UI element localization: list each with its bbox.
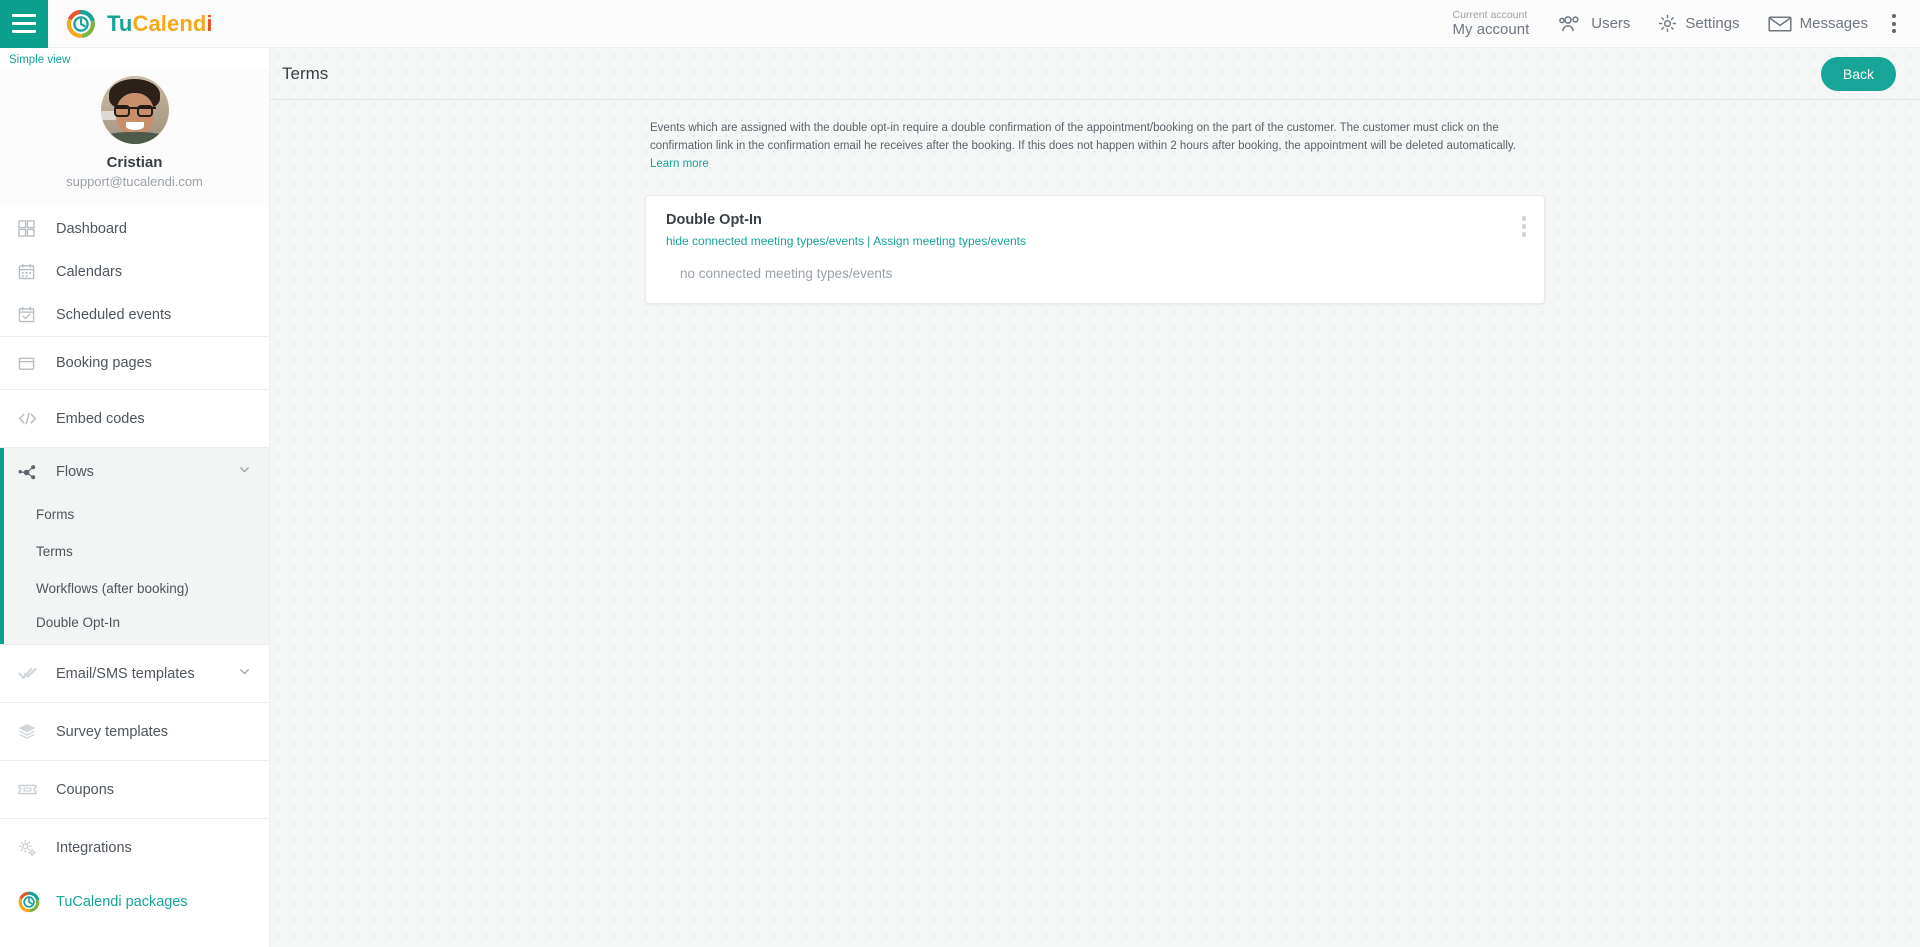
sidebar-item-calendars-label: Calendars bbox=[56, 263, 123, 280]
sidebar-item-scheduled-events[interactable]: Scheduled events bbox=[0, 293, 269, 336]
brand-logo[interactable]: TuCalendi bbox=[66, 9, 213, 39]
sidebar: Simple view Cristian support@tucalendi.c… bbox=[0, 48, 270, 947]
calendar-check-icon bbox=[18, 306, 48, 323]
double-opt-in-card: Double Opt-In hide connected meeting typ… bbox=[645, 195, 1545, 305]
intro-text: Events which are assigned with the doubl… bbox=[650, 122, 1516, 152]
envelope-icon bbox=[1768, 15, 1792, 32]
sidebar-item-email-sms-templates-label: Email/SMS templates bbox=[56, 665, 195, 682]
sidebar-subitem-terms[interactable]: Terms bbox=[4, 533, 269, 570]
sidebar-item-flows[interactable]: Flows bbox=[4, 448, 269, 496]
kebab-menu-icon[interactable] bbox=[1882, 14, 1910, 33]
sidebar-subitem-workflows[interactable]: Workflows (after booking) bbox=[4, 570, 269, 607]
window-icon bbox=[18, 355, 48, 372]
sidebar-profile: Cristian support@tucalendi.com bbox=[0, 68, 269, 207]
main-content: Terms Back Events which are assigned wit… bbox=[270, 48, 1920, 947]
tucalendi-logo-icon bbox=[66, 9, 95, 38]
chevron-down-icon bbox=[238, 463, 251, 481]
flow-nodes-icon bbox=[18, 464, 48, 481]
gears-icon bbox=[18, 839, 48, 857]
back-button[interactable]: Back bbox=[1820, 56, 1896, 91]
sidebar-item-integrations-label: Integrations bbox=[56, 839, 132, 856]
dashboard-grid-icon bbox=[18, 220, 48, 237]
header-item-settings-label: Settings bbox=[1685, 15, 1740, 32]
users-icon bbox=[1559, 15, 1579, 31]
card-title: Double Opt-In bbox=[666, 212, 762, 229]
sidebar-item-survey-templates-label: Survey templates bbox=[56, 723, 169, 740]
sidebar-subitem-forms-label: Forms bbox=[36, 507, 75, 522]
sidebar-item-booking-pages[interactable]: Booking pages bbox=[0, 337, 269, 389]
card-kebab-menu-icon[interactable] bbox=[1521, 216, 1526, 237]
avatar bbox=[100, 76, 169, 144]
header-actions: Current account My account Users Setting… bbox=[1437, 0, 1920, 48]
card-empty-state: no connected meeting types/events bbox=[680, 266, 893, 282]
current-account[interactable]: Current account My account bbox=[1437, 9, 1546, 38]
sidebar-item-flows-label: Flows bbox=[56, 464, 94, 480]
chevron-down-icon bbox=[238, 665, 251, 683]
link-separator: | bbox=[867, 234, 871, 249]
sidebar-subitem-terms-label: Terms bbox=[36, 544, 73, 559]
content-header: Terms Back bbox=[270, 48, 1920, 100]
current-account-value: My account bbox=[1452, 20, 1530, 38]
gear-icon bbox=[1659, 14, 1677, 33]
intro-paragraph: Events which are assigned with the doubl… bbox=[650, 120, 1540, 173]
brand-part-2: Calend bbox=[132, 10, 207, 36]
header-item-messages-label: Messages bbox=[1799, 15, 1868, 32]
layers-icon bbox=[18, 723, 48, 740]
sidebar-subitem-double-opt-in-label: Double Opt-In bbox=[36, 615, 121, 630]
sidebar-subitem-double-opt-in[interactable]: Double Opt-In bbox=[4, 607, 269, 644]
hamburger-icon[interactable] bbox=[0, 0, 48, 48]
assign-meeting-types-link[interactable]: Assign meeting types/events bbox=[873, 234, 1026, 248]
code-brackets-icon bbox=[18, 410, 48, 427]
sidebar-subitem-forms[interactable]: Forms bbox=[4, 496, 269, 533]
hide-connected-link[interactable]: hide connected meeting types/events bbox=[666, 234, 864, 248]
sidebar-group-flows: Flows Forms Terms Workflows (after booki… bbox=[0, 448, 269, 644]
sidebar-item-integrations[interactable]: Integrations bbox=[0, 819, 269, 876]
profile-email: support@tucalendi.com bbox=[66, 174, 203, 189]
sidebar-item-coupons[interactable]: Coupons bbox=[0, 761, 269, 818]
page-title: Terms bbox=[282, 63, 329, 83]
profile-name: Cristian bbox=[106, 154, 163, 171]
header-item-messages[interactable]: Messages bbox=[1754, 0, 1882, 48]
brand-part-1: Tu bbox=[107, 10, 133, 36]
sidebar-item-scheduled-events-label: Scheduled events bbox=[56, 306, 172, 323]
header-item-users-label: Users bbox=[1591, 15, 1631, 32]
current-account-caption: Current account bbox=[1452, 8, 1528, 21]
learn-more-link[interactable]: Learn more bbox=[650, 158, 709, 170]
brand-wordmark: TuCalendi bbox=[107, 11, 213, 37]
calendar-icon bbox=[18, 263, 48, 280]
sidebar-item-dashboard[interactable]: Dashboard bbox=[0, 207, 269, 250]
sidebar-item-email-sms-templates[interactable]: Email/SMS templates bbox=[0, 645, 269, 702]
sidebar-nav: Dashboard Calendars Scheduled events Boo… bbox=[0, 207, 269, 928]
sidebar-item-tucalendi-packages-label: TuCalendi packages bbox=[56, 894, 188, 910]
header-item-settings[interactable]: Settings bbox=[1644, 0, 1753, 48]
simple-view-link[interactable]: Simple view bbox=[0, 48, 70, 66]
brand-part-3: i bbox=[206, 10, 213, 36]
sidebar-item-tucalendi-packages[interactable]: TuCalendi packages bbox=[0, 876, 269, 928]
sidebar-item-embed-codes[interactable]: Embed codes bbox=[0, 390, 269, 447]
sidebar-item-calendars[interactable]: Calendars bbox=[0, 250, 269, 293]
double-check-icon bbox=[18, 665, 48, 682]
sidebar-subitem-workflows-label: Workflows (after booking) bbox=[36, 581, 189, 596]
sidebar-item-dashboard-label: Dashboard bbox=[56, 220, 127, 237]
sidebar-item-survey-templates[interactable]: Survey templates bbox=[0, 703, 269, 760]
sidebar-item-coupons-label: Coupons bbox=[56, 781, 115, 798]
ticket-icon bbox=[18, 782, 48, 797]
header-item-users[interactable]: Users bbox=[1545, 0, 1644, 48]
sidebar-item-booking-pages-label: Booking pages bbox=[56, 355, 152, 371]
tucalendi-logo-icon bbox=[18, 891, 48, 913]
top-header: TuCalendi Current account My account Use… bbox=[0, 0, 1920, 48]
sidebar-item-embed-codes-label: Embed codes bbox=[56, 410, 145, 427]
card-links: hide connected meeting types/events | Assi… bbox=[666, 234, 1524, 248]
